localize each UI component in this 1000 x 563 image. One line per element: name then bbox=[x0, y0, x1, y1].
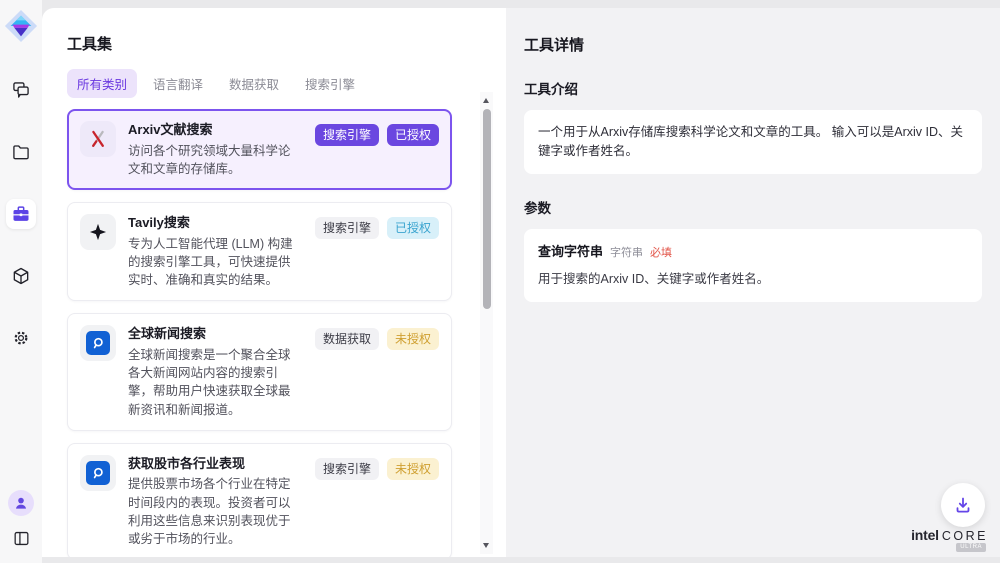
tab-language-translation[interactable]: 语言翻译 bbox=[143, 69, 213, 98]
intro-card: 一个用于从Arxiv存储库搜索科学论文和文章的工具。 输入可以是Arxiv ID… bbox=[524, 110, 982, 174]
param-row: 查询字符串 字符串 必填 bbox=[538, 242, 968, 262]
intro-text: 一个用于从Arxiv存储库搜索科学论文和文章的工具。 输入可以是Arxiv ID… bbox=[538, 125, 963, 158]
content: 工具集 所有类别 语言翻译 数据获取 搜索引擎 bbox=[42, 8, 1000, 557]
q-news-tile bbox=[86, 331, 110, 355]
tool-card-tavily[interactable]: Tavily搜索 专为人工智能代理 (LLM) 构建的搜索引擎工具，可快速提供实… bbox=[67, 202, 452, 301]
tool-card-body: Arxiv文献搜索 访问各个研究领域大量科学论文和文章的存储库。 bbox=[128, 121, 303, 178]
category-badge: 搜索引擎 bbox=[315, 217, 379, 239]
scrollbar-up-arrow-icon[interactable] bbox=[483, 98, 489, 103]
tool-description: 访问各个研究领域大量科学论文和文章的存储库。 bbox=[128, 142, 303, 179]
app-window: 工具集 所有类别 语言翻译 数据获取 搜索引擎 bbox=[0, 0, 1000, 563]
tool-title: Arxiv文献搜索 bbox=[128, 121, 303, 139]
param-type: 字符串 bbox=[610, 245, 643, 262]
tool-title: 全球新闻搜索 bbox=[128, 325, 303, 343]
params-heading: 参数 bbox=[524, 197, 982, 217]
tab-all-categories[interactable]: 所有类别 bbox=[67, 69, 137, 98]
auth-status-badge: 已授权 bbox=[387, 124, 439, 146]
sidebar-item-models[interactable] bbox=[6, 261, 36, 291]
tool-card-body: 全球新闻搜索 全球新闻搜索是一个聚合全球各大新闻网站内容的搜索引擎，帮助用户快速… bbox=[128, 325, 303, 419]
brand-core-label: CORE bbox=[942, 529, 988, 543]
toolbox-icon bbox=[11, 204, 31, 224]
tool-list-panel: 工具集 所有类别 语言翻译 数据获取 搜索引擎 bbox=[42, 8, 506, 557]
tool-card-arxiv[interactable]: Arxiv文献搜索 访问各个研究领域大量科学论文和文章的存储库。 搜索引擎 已授… bbox=[67, 109, 452, 190]
tool-description: 专为人工智能代理 (LLM) 构建的搜索引擎工具，可快速提供实时、准确和真实的结… bbox=[128, 235, 303, 290]
param-name: 查询字符串 bbox=[538, 242, 603, 262]
app-logo bbox=[4, 9, 38, 43]
sidebar-bottom bbox=[8, 490, 34, 551]
tavily-star-icon bbox=[87, 221, 109, 243]
category-tabs: 所有类别 语言翻译 数据获取 搜索引擎 bbox=[67, 69, 506, 98]
cube-icon bbox=[11, 266, 31, 286]
sidebar-item-chat[interactable] bbox=[6, 75, 36, 105]
user-avatar-icon bbox=[13, 495, 29, 511]
param-card: 查询字符串 字符串 必填 用于搜索的Arxiv ID、关键字或作者姓名。 bbox=[524, 229, 982, 302]
param-description: 用于搜索的Arxiv ID、关键字或作者姓名。 bbox=[538, 270, 968, 289]
sidebar-nav bbox=[6, 75, 36, 353]
auth-status-badge: 已授权 bbox=[387, 217, 439, 239]
auth-status-badge: 未授权 bbox=[387, 328, 439, 350]
q-news-icon bbox=[90, 465, 106, 481]
category-badge: 搜索引擎 bbox=[315, 124, 379, 146]
chat-icon bbox=[11, 80, 31, 100]
tool-badges: 数据获取 未授权 bbox=[315, 328, 439, 350]
download-button[interactable] bbox=[941, 483, 985, 527]
q-news-icon bbox=[90, 335, 106, 351]
brand-core-text: CORE ULTRA bbox=[942, 529, 988, 543]
sidebar-item-files[interactable] bbox=[6, 137, 36, 167]
category-badge: 数据获取 bbox=[315, 328, 379, 350]
detail-title: 工具详情 bbox=[524, 34, 982, 55]
sidebar bbox=[0, 0, 42, 563]
sidebar-item-tools[interactable] bbox=[6, 199, 36, 229]
tool-list: Arxiv文献搜索 访问各个研究领域大量科学论文和文章的存储库。 搜索引擎 已授… bbox=[67, 109, 506, 557]
scrollbar-thumb[interactable] bbox=[483, 109, 491, 309]
tool-badges: 搜索引擎 已授权 bbox=[315, 217, 439, 239]
tool-title: 获取股市各行业表现 bbox=[128, 455, 303, 473]
tool-detail-panel: 工具详情 工具介绍 一个用于从Arxiv存储库搜索科学论文和文章的工具。 输入可… bbox=[506, 8, 1000, 557]
tool-icon-tile bbox=[80, 121, 116, 157]
q-news-tile bbox=[86, 461, 110, 485]
intro-heading: 工具介绍 bbox=[524, 78, 982, 98]
tab-data-acquisition[interactable]: 数据获取 bbox=[219, 69, 289, 98]
tool-icon-tile bbox=[80, 325, 116, 361]
tool-badges: 搜索引擎 未授权 bbox=[315, 458, 439, 480]
tool-card-global-news[interactable]: 全球新闻搜索 全球新闻搜索是一个聚合全球各大新闻网站内容的搜索引擎，帮助用户快速… bbox=[67, 313, 452, 431]
tool-description: 全球新闻搜索是一个聚合全球各大新闻网站内容的搜索引擎，帮助用户快速获取全球最新资… bbox=[128, 346, 303, 419]
tool-description: 提供股票市场各个行业在特定时间段内的表现。投资者可以利用这些信息来识别表现优于或… bbox=[128, 475, 303, 548]
panel-toggle[interactable] bbox=[8, 525, 34, 551]
gear-icon bbox=[11, 328, 31, 348]
tool-badges: 搜索引擎 已授权 bbox=[315, 124, 439, 146]
tool-card-body: 获取股市各行业表现 提供股票市场各个行业在特定时间段内的表现。投资者可以利用这些… bbox=[128, 455, 303, 549]
param-required-flag: 必填 bbox=[650, 245, 672, 262]
page-title: 工具集 bbox=[67, 33, 506, 54]
folder-icon bbox=[11, 142, 31, 162]
brand-intel-text: intel bbox=[911, 527, 939, 543]
sidebar-item-settings[interactable] bbox=[6, 323, 36, 353]
tool-title: Tavily搜索 bbox=[128, 214, 303, 232]
diamond-gem-icon bbox=[4, 9, 38, 43]
tool-icon-tile bbox=[80, 455, 116, 491]
tool-card-sector-performance[interactable]: 获取股市各行业表现 提供股票市场各个行业在特定时间段内的表现。投资者可以利用这些… bbox=[67, 443, 452, 557]
brand-ultra-badge: ULTRA bbox=[956, 543, 986, 552]
scrollbar-down-arrow-icon[interactable] bbox=[483, 543, 489, 548]
arxiv-logo-icon bbox=[88, 129, 108, 149]
category-badge: 搜索引擎 bbox=[315, 458, 379, 480]
tab-search-engine[interactable]: 搜索引擎 bbox=[295, 69, 365, 98]
panel-toggle-icon bbox=[12, 529, 31, 548]
list-scrollbar[interactable] bbox=[480, 92, 493, 554]
intel-core-logo: intel CORE ULTRA bbox=[911, 527, 988, 543]
user-avatar[interactable] bbox=[8, 490, 34, 516]
download-icon bbox=[953, 495, 973, 515]
tool-card-body: Tavily搜索 专为人工智能代理 (LLM) 构建的搜索引擎工具，可快速提供实… bbox=[128, 214, 303, 289]
auth-status-badge: 未授权 bbox=[387, 458, 439, 480]
tool-icon-tile bbox=[80, 214, 116, 250]
